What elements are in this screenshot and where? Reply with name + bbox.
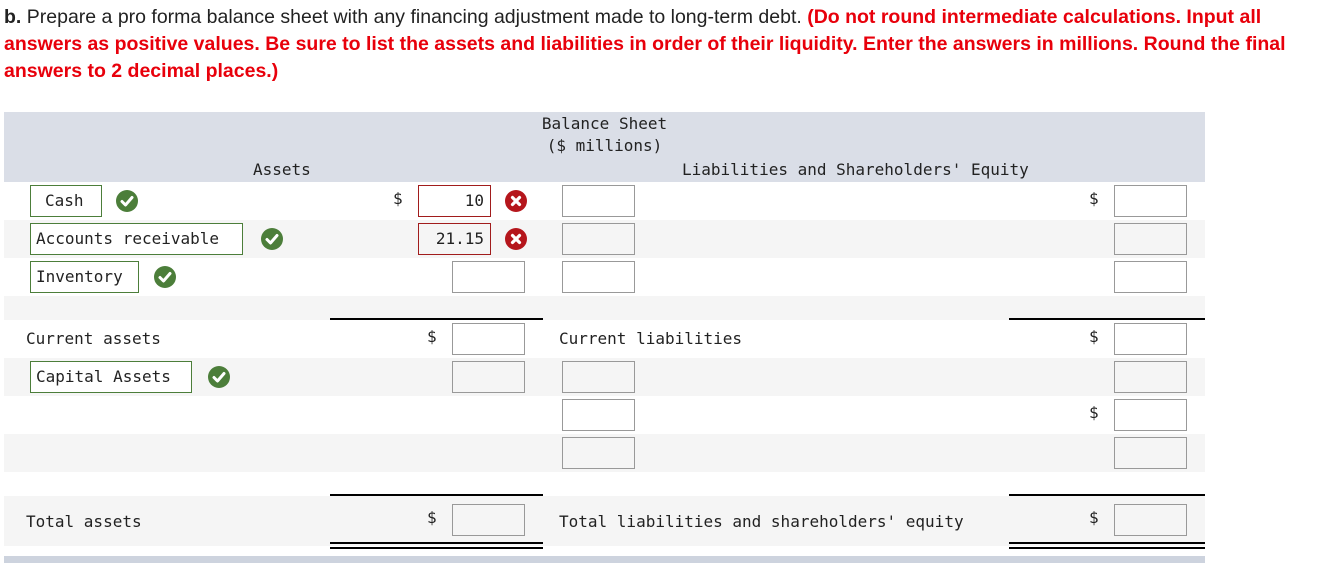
currency-symbol: $ [1089,189,1099,208]
liability-label-input-5[interactable] [562,399,635,431]
asset-label-capital-assets[interactable]: Capital Assets [30,361,192,393]
asset-label-text: Accounts receivable [36,229,220,248]
liability-label-input-2[interactable] [562,223,635,255]
liability-label-input-4[interactable] [562,361,635,393]
liability-label-input-6[interactable] [562,437,635,469]
asset-label-cash[interactable]: Cash [30,185,102,217]
asset-label-inventory[interactable]: Inventory [30,261,139,293]
capital-assets-input[interactable] [452,361,525,393]
asset-value-accounts-receivable[interactable]: 21.15 [418,223,491,255]
table-row [4,434,1205,472]
assets-header: Assets [253,160,311,179]
asset-label-accounts-receivable[interactable]: Accounts receivable [30,223,243,255]
liability-value-input-5[interactable] [1114,399,1187,431]
current-liabilities-input[interactable] [1114,323,1187,355]
currency-symbol: $ [1089,327,1099,346]
check-correct-icon [208,366,230,388]
liability-value-input-2[interactable] [1114,223,1187,255]
liability-value-input-1[interactable] [1114,185,1187,217]
total-double-rule [1009,542,1205,549]
currency-symbol: $ [427,327,437,346]
spacer-row [4,472,1205,496]
check-correct-icon [116,190,138,212]
table-row: Inventory [4,258,1205,296]
liability-label-input-3[interactable] [562,261,635,293]
asset-value-cash[interactable]: 10 [418,185,491,217]
total-double-rule [330,542,543,549]
sheet-title: Balance Sheet [541,114,668,133]
liability-value-input-6[interactable] [1114,437,1187,469]
liabilities-header: Liabilities and Shareholders' Equity [682,160,1029,179]
liability-value-input-3[interactable] [1114,261,1187,293]
table-row: $ [4,396,1205,434]
asset-label-text: Cash [45,191,84,210]
spacer-row [4,296,1205,320]
total-liabilities-equity-label: Total liabilities and shareholders' equi… [559,512,964,531]
sheet-footer-bar [4,556,1205,563]
sheet-header: Balance Sheet ($ millions) Assets Liabil… [4,112,1205,182]
total-assets-label: Total assets [26,512,142,531]
part-label: b. [4,6,22,28]
current-liabilities-label: Current liabilities [559,329,743,348]
liability-value-input-4[interactable] [1114,361,1187,393]
current-assets-label: Current assets [26,329,161,348]
totals-row: Total assets $ Total liabilities and sha… [4,496,1205,546]
current-assets-input[interactable] [452,323,525,355]
instruction-text: Prepare a pro forma balance sheet with a… [21,6,808,28]
asset-value-inventory[interactable] [452,261,525,293]
table-row: Accounts receivable 21.15 [4,220,1205,258]
currency-symbol: $ [427,508,437,527]
check-correct-icon [261,228,283,250]
table-row: Current assets $ Current liabilities $ [4,320,1205,358]
x-incorrect-icon [505,190,527,212]
liability-label-input-1[interactable] [562,185,635,217]
total-liabilities-equity-input[interactable] [1114,504,1187,536]
table-row: Cash $ 10 $ [4,182,1205,220]
x-incorrect-icon [505,228,527,250]
table-row: Capital Assets [4,358,1205,396]
check-correct-icon [154,266,176,288]
total-assets-input[interactable] [452,504,525,536]
currency-symbol: $ [1089,403,1099,422]
sheet-subtitle: ($ millions) [546,136,663,155]
asset-label-text: Capital Assets [36,367,171,386]
asset-label-text: Inventory [36,267,123,286]
currency-symbol: $ [393,189,403,208]
currency-symbol: $ [1089,508,1099,527]
instructions: b. Prepare a pro forma balance sheet wit… [4,4,1339,85]
